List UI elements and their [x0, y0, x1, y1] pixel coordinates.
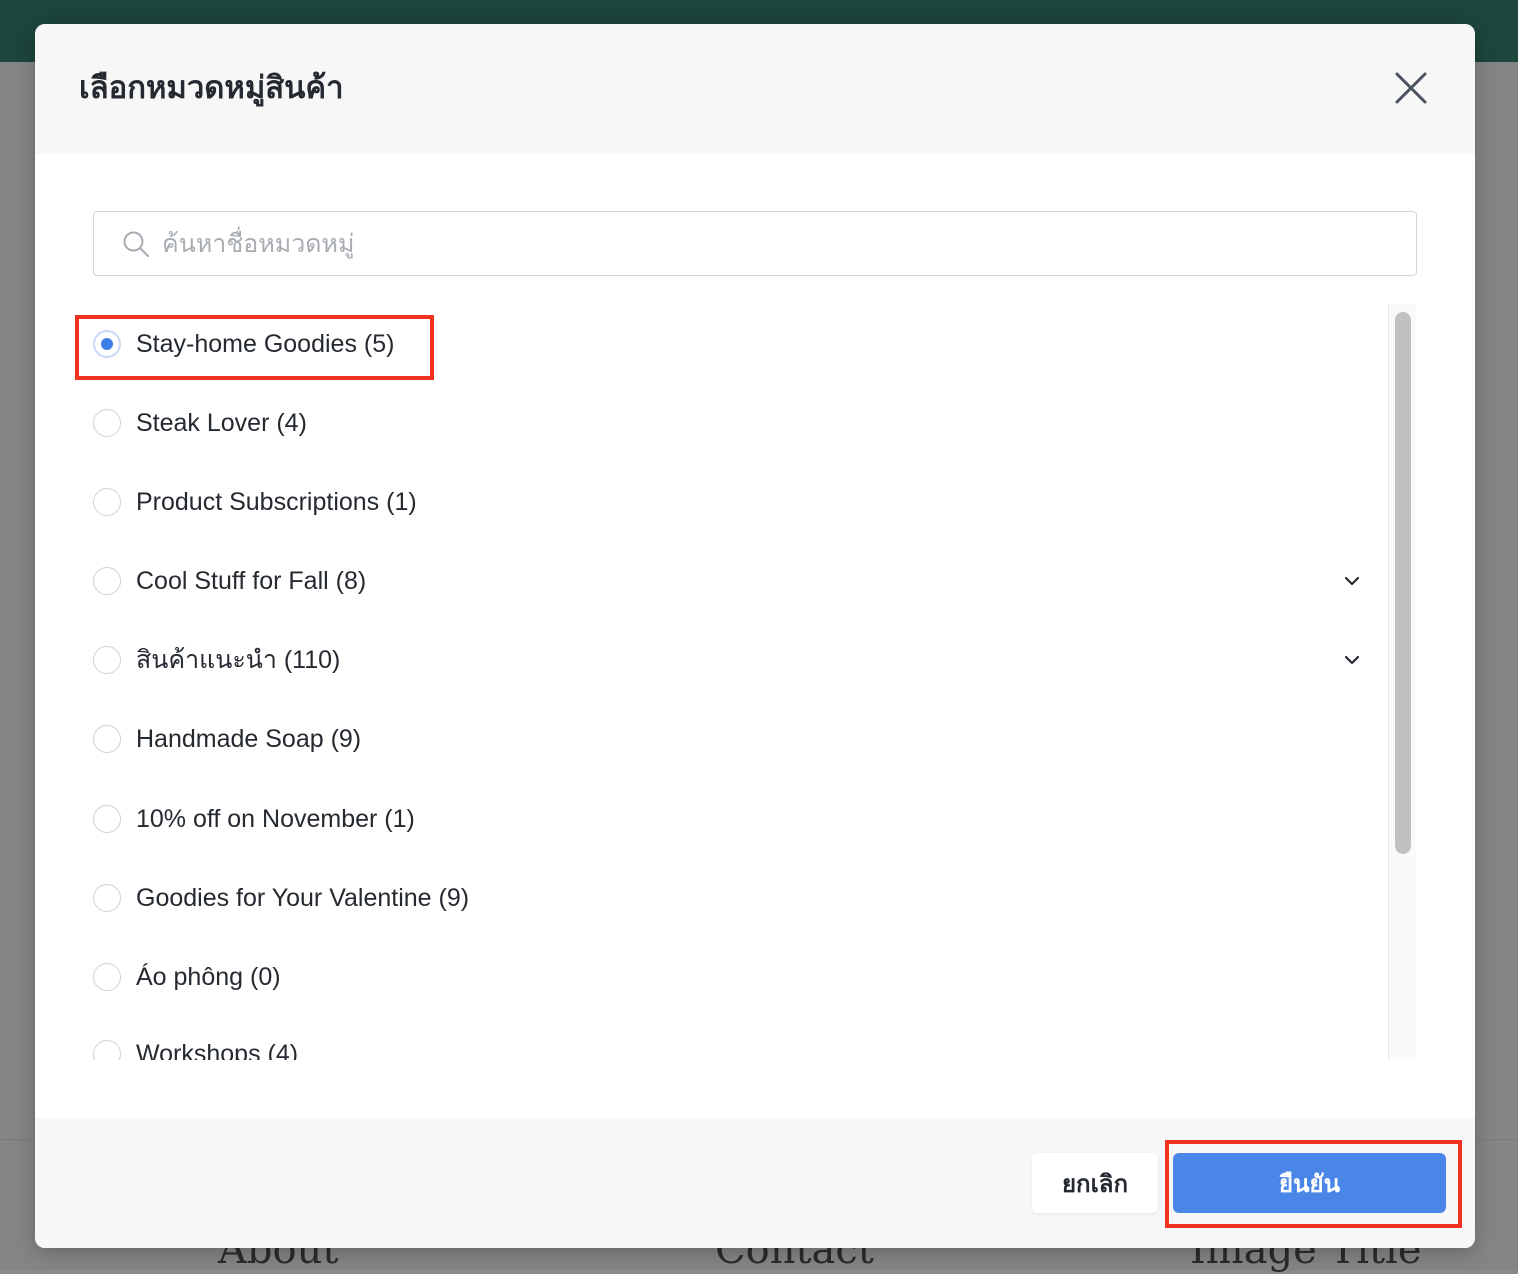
category-label: Goodies for Your Valentine (9) [136, 884, 470, 912]
chevron-down-icon[interactable] [1340, 648, 1364, 672]
search-box [93, 211, 1417, 277]
chevron-down-icon[interactable] [1340, 569, 1364, 593]
category-item-recommended[interactable]: สินค้าแนะนำ (110) [75, 636, 1375, 686]
category-item-goodies-valentine[interactable]: Goodies for Your Valentine (9) [75, 874, 1375, 924]
scrollbar-thumb[interactable] [1395, 312, 1411, 854]
radio-button[interactable] [93, 963, 121, 991]
radio-button[interactable] [93, 488, 121, 516]
category-label: Product Subscriptions (1) [136, 488, 417, 516]
radio-button[interactable] [93, 409, 121, 437]
search-icon [122, 230, 150, 258]
cancel-button[interactable]: ยกเลิก [1032, 1153, 1158, 1213]
radio-button[interactable] [93, 1040, 121, 1060]
category-label: 10% off on November (1) [136, 805, 415, 833]
radio-button[interactable] [93, 805, 121, 833]
category-item-ao-phong[interactable]: Áo phông (0) [75, 953, 1375, 1003]
radio-button[interactable] [93, 884, 121, 912]
modal-title: เลือกหมวดหมู่สินค้า [79, 70, 344, 105]
category-item-cool-stuff-for-fall[interactable]: Cool Stuff for Fall (8) [75, 557, 1375, 607]
category-item-product-subscriptions[interactable]: Product Subscriptions (1) [75, 478, 1375, 528]
category-label: Handmade Soap (9) [136, 725, 362, 753]
category-item-steak-lover[interactable]: Steak Lover (4) [75, 399, 1375, 449]
category-item-stay-home-goodies[interactable]: Stay-home Goodies (5) [75, 320, 1375, 370]
radio-button[interactable] [93, 725, 121, 753]
search-input[interactable] [160, 212, 1394, 277]
category-item-handmade-soap[interactable]: Handmade Soap (9) [75, 715, 1375, 765]
confirm-button[interactable]: ยืนยัน [1173, 1153, 1446, 1213]
category-item-10-off-november[interactable]: 10% off on November (1) [75, 795, 1375, 845]
category-label: สินค้าแนะนำ (110) [136, 646, 341, 674]
category-select-modal: เลือกหมวดหมู่สินค้า Stay-home Goodies (5… [35, 24, 1475, 1248]
radio-button[interactable] [93, 567, 121, 595]
category-label: Steak Lover (4) [136, 409, 307, 437]
category-label: Stay-home Goodies (5) [136, 330, 395, 358]
scrollbar-track[interactable] [1388, 304, 1416, 1060]
category-label: Cool Stuff for Fall (8) [136, 567, 367, 595]
category-label: Áo phông (0) [136, 963, 281, 991]
category-list: Stay-home Goodies (5) Steak Lover (4) Pr… [75, 304, 1416, 1060]
radio-button[interactable] [93, 646, 121, 674]
category-label: Workshops (4) [136, 1040, 299, 1060]
modal-header: เลือกหมวดหมู่สินค้า [35, 24, 1475, 154]
close-icon[interactable] [1393, 70, 1429, 106]
modal-footer: ยกเลิก ยืนยัน [35, 1118, 1475, 1248]
category-item-workshops[interactable]: Workshops (4) [75, 1030, 1375, 1060]
radio-button[interactable] [93, 330, 121, 358]
